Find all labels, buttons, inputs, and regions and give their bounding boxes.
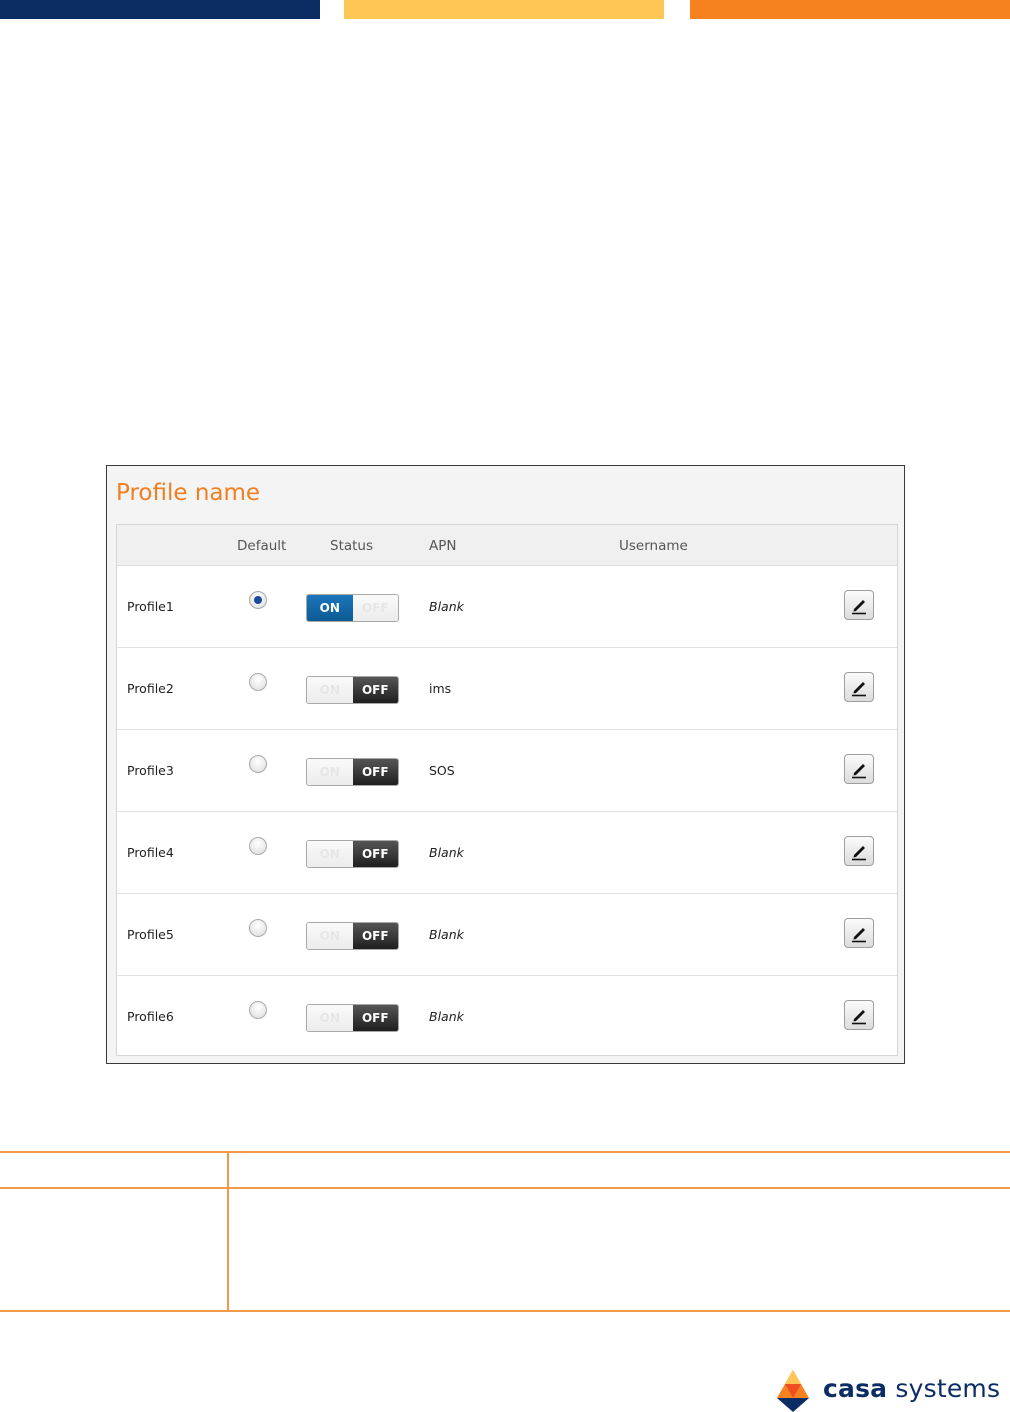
casa-systems-logo: casa systems [775, 1370, 1005, 1412]
header-bar-navy [0, 0, 320, 19]
logo-word-systems: systems [895, 1374, 1001, 1403]
pencil-icon [852, 928, 866, 943]
profile-name: Profile5 [127, 927, 174, 942]
pencil-icon [852, 600, 866, 615]
toggle-off-label: OFF [352, 1005, 398, 1031]
default-radio[interactable] [249, 837, 267, 855]
toggle-off-label: OFF [352, 595, 398, 621]
profile-list-screenshot: Profile name Default Status APN Username… [106, 465, 905, 1064]
status-toggle[interactable]: ON OFF [306, 758, 399, 786]
profile-name: Profile3 [127, 763, 174, 778]
pencil-icon [852, 846, 866, 861]
pencil-icon [852, 1010, 866, 1025]
table-rule-column [227, 1151, 229, 1312]
table-body: Profile1 ON OFF Blank Profile2 ON OFF ims Profil… [117, 566, 897, 1058]
table-row: Profile5 ON OFF Blank [117, 894, 897, 976]
toggle-on-label: ON [307, 759, 353, 785]
profile-table: Default Status APN Username Profile1 ON OF… [116, 524, 898, 1056]
profile-name: Profile1 [127, 599, 174, 614]
table-rule-header [0, 1187, 1010, 1189]
header-bar-yellow [344, 0, 664, 19]
table-row: Profile3 ON OFF SOS [117, 730, 897, 812]
toggle-on-label: ON [307, 1005, 353, 1031]
profile-name: Profile6 [127, 1009, 174, 1024]
column-header-default: Default [237, 538, 287, 554]
default-radio[interactable] [249, 1001, 267, 1019]
edit-button[interactable] [844, 1000, 874, 1030]
toggle-on-label: ON [307, 841, 353, 867]
status-toggle[interactable]: ON OFF [306, 922, 399, 950]
panel-title: Profile name [116, 480, 261, 506]
edit-button[interactable] [844, 754, 874, 784]
status-toggle[interactable]: ON OFF [306, 1004, 399, 1032]
table-row: Profile4 ON OFF Blank [117, 812, 897, 894]
table-rule-top [0, 1151, 1010, 1153]
table-row: Profile2 ON OFF ims [117, 648, 897, 730]
apn-value: ims [429, 681, 452, 696]
default-radio[interactable] [249, 591, 267, 609]
edit-button[interactable] [844, 672, 874, 702]
edit-button[interactable] [844, 918, 874, 948]
status-toggle[interactable]: ON OFF [306, 676, 399, 704]
default-radio[interactable] [249, 673, 267, 691]
toggle-on-label: ON [307, 677, 353, 703]
toggle-on-label: ON [307, 595, 353, 621]
apn-value: Blank [429, 927, 464, 942]
pencil-icon [852, 764, 866, 779]
description-table [0, 1151, 1010, 1312]
table-header: Default Status APN Username [117, 525, 897, 566]
logo-wordmark: casa systems [823, 1374, 1000, 1403]
table-row: Profile1 ON OFF Blank [117, 566, 897, 648]
default-radio[interactable] [249, 755, 267, 773]
profile-name: Profile2 [127, 681, 174, 696]
status-toggle[interactable]: ON OFF [306, 840, 399, 868]
toggle-off-label: OFF [352, 841, 398, 867]
default-radio[interactable] [249, 919, 267, 937]
apn-value: Blank [429, 599, 464, 614]
header-bar-orange [690, 0, 1010, 19]
logo-word-casa: casa [823, 1374, 888, 1403]
toggle-off-label: OFF [352, 677, 398, 703]
table-rule-bottom [0, 1310, 1010, 1312]
edit-button[interactable] [844, 836, 874, 866]
pencil-icon [852, 682, 866, 697]
toggle-off-label: OFF [352, 759, 398, 785]
toggle-on-label: ON [307, 923, 353, 949]
apn-value: Blank [429, 845, 464, 860]
table-row: Profile6 ON OFF Blank [117, 976, 897, 1058]
casa-triangle-logo [777, 1370, 809, 1412]
column-header-apn: APN [429, 538, 457, 554]
column-header-status: Status [330, 538, 374, 554]
column-header-username: Username [619, 538, 688, 554]
profile-name: Profile4 [127, 845, 174, 860]
apn-value: Blank [429, 1009, 464, 1024]
toggle-off-label: OFF [352, 923, 398, 949]
edit-button[interactable] [844, 590, 874, 620]
apn-value: SOS [429, 763, 455, 778]
status-toggle[interactable]: ON OFF [306, 594, 399, 622]
